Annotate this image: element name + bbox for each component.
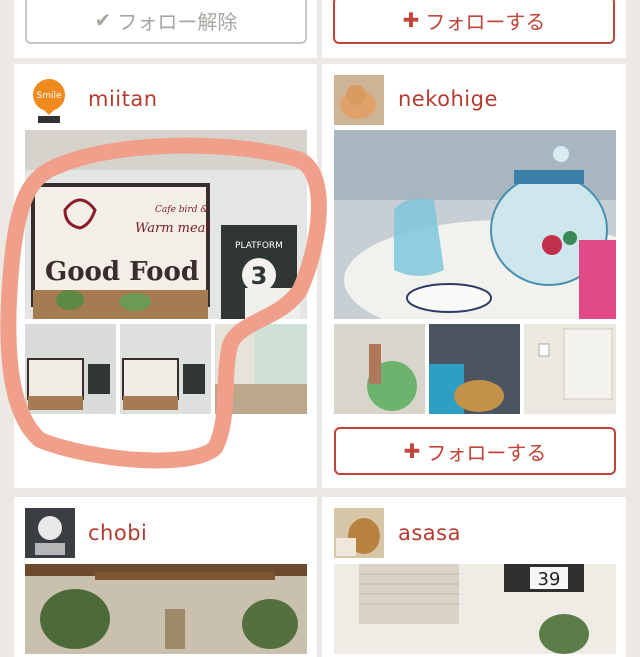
- main-photo[interactable]: [25, 564, 307, 654]
- chobi-avatar-image: [25, 508, 75, 558]
- avatar[interactable]: [334, 508, 384, 558]
- counter-digits: 39: [538, 569, 561, 590]
- user-card-chobi[interactable]: chobi: [14, 497, 317, 657]
- asasa-avatar-image: [334, 508, 384, 558]
- main-photo[interactable]: 39: [334, 564, 616, 654]
- username-chobi[interactable]: chobi: [88, 521, 147, 545]
- avatar[interactable]: [25, 508, 75, 558]
- window-room-photo: 39: [334, 564, 616, 654]
- user-card-asasa[interactable]: asasa 39: [322, 497, 626, 657]
- username-asasa[interactable]: asasa: [398, 521, 461, 545]
- shelf-plants-photo: [25, 564, 307, 654]
